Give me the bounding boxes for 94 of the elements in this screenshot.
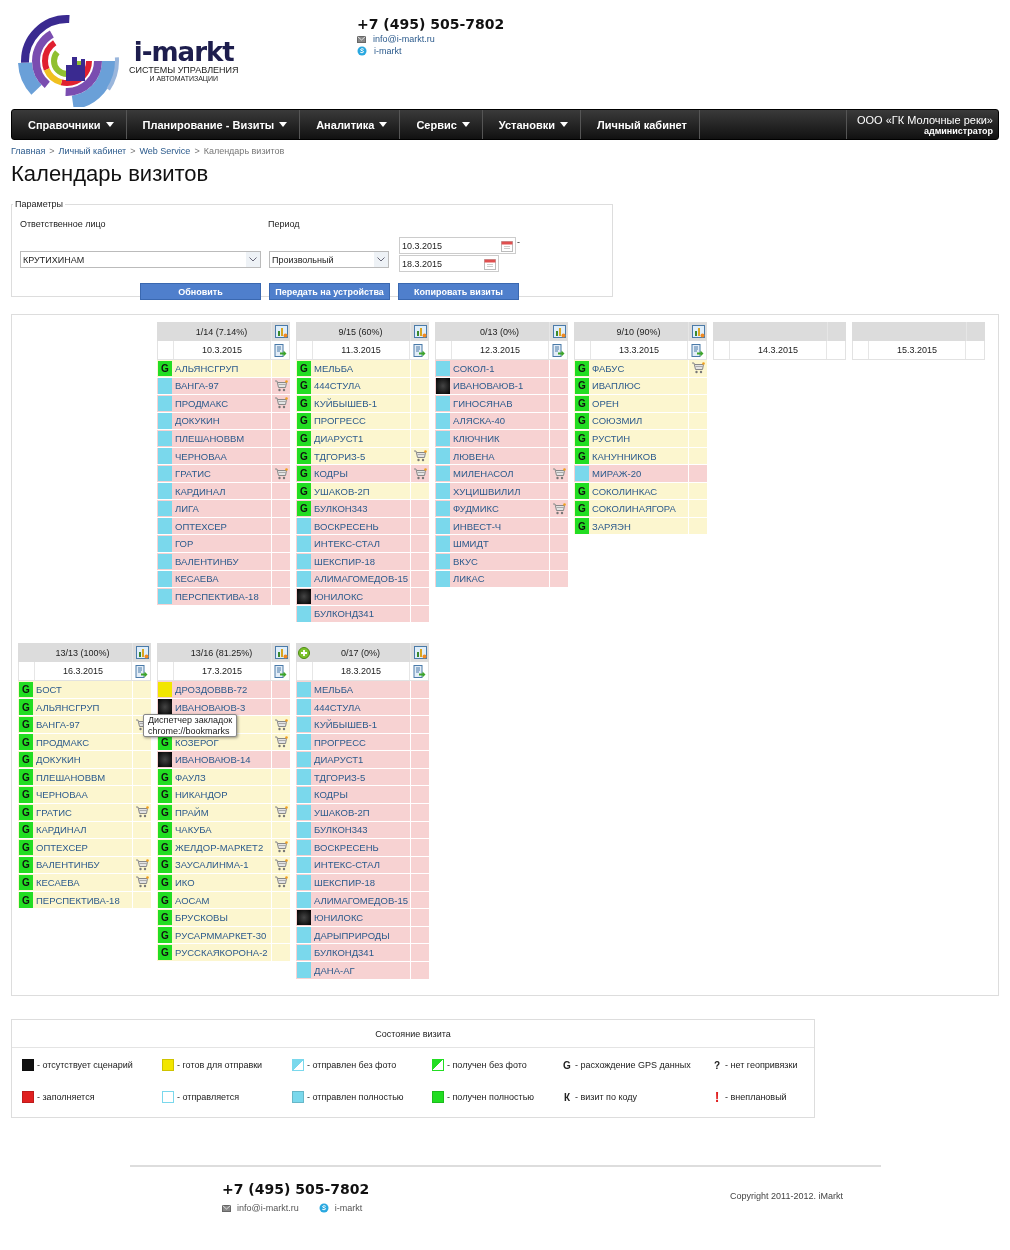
status-marker: G [19, 699, 33, 715]
legend-symbol: ? [712, 1059, 722, 1071]
user-role: администратор [923, 125, 993, 136]
breadcrumb-separator: > [49, 146, 55, 156]
status-marker: G [158, 769, 172, 785]
breadcrumb-separator: > [194, 146, 200, 156]
status-marker: G [575, 395, 589, 412]
status-marker: G [19, 716, 33, 733]
status-marker: G [158, 822, 172, 838]
status-marker: G [575, 500, 589, 517]
status-marker: G [158, 909, 172, 926]
copyright: Copyright 2011-2012. iMarkt [730, 1191, 843, 1203]
status-marker: G [575, 413, 589, 429]
status-marker: G [19, 681, 33, 698]
legend-label: - нет геопривязки [725, 1060, 798, 1070]
day-date: 13.3.2015 [618, 345, 659, 355]
legend-label: - визит по коду [575, 1092, 638, 1102]
panel-legend: Параметры [13, 199, 65, 209]
visit-summary: 1/14 (7.14%) [195, 326, 248, 337]
day-date: 14.3.2015 [757, 345, 798, 355]
status-marker: G [158, 892, 172, 908]
legend-label: - отправляется [177, 1092, 240, 1102]
legend-label: - заполняется [37, 1092, 95, 1102]
status-marker: G [158, 874, 172, 891]
legend-symbol: ! [713, 1091, 721, 1103]
status-marker: G [19, 857, 33, 873]
status-marker: G [575, 518, 589, 534]
brand-name: i-markt [133, 39, 234, 65]
status-marker: G [19, 804, 33, 821]
status-marker: G [158, 787, 172, 803]
legend-title: Состояние визита [375, 1028, 451, 1039]
status-marker: G [575, 430, 589, 447]
status-marker: G [19, 751, 33, 768]
status-marker: G [297, 483, 311, 499]
visit-summary: 0/17 (0%) [341, 647, 380, 658]
day-date: 12.3.2015 [479, 345, 520, 355]
status-marker: G [575, 360, 589, 377]
legend-label: - отправлен полностью [307, 1092, 404, 1102]
day-date: 15.3.2015 [896, 345, 937, 355]
date-separator: - [517, 237, 520, 247]
company-name: ООО «ГК Молочные реки» [856, 113, 993, 126]
tooltip-url: chrome://bookmarks [148, 725, 231, 736]
status-marker: G [297, 413, 311, 429]
legend-label: - готов для отправки [177, 1060, 263, 1070]
page-title: Календарь визитов [11, 161, 209, 186]
status-marker: G [297, 465, 311, 482]
visit-summary: 9/10 (90%) [616, 326, 661, 337]
status-marker: G [575, 378, 589, 394]
status-marker: G [158, 360, 172, 377]
status-marker: G [297, 360, 311, 377]
legend-symbol: К [562, 1091, 572, 1103]
phone-number: +7 (495) 505-7802 [222, 1181, 370, 1197]
breadcrumb-separator: > [130, 146, 136, 156]
phone-number: +7 (495) 505-7802 [357, 16, 505, 32]
breadcrumb-current: Календарь визитов [203, 146, 285, 156]
status-marker: G [158, 857, 172, 873]
legend-label: - расхождение GPS данных [575, 1060, 691, 1070]
day-date: 10.3.2015 [201, 345, 242, 355]
tooltip-title: Диспетчер закладок [148, 715, 233, 726]
field-label: Ответственное лицо [20, 219, 107, 229]
status-marker: G [19, 769, 33, 785]
day-date: 11.3.2015 [341, 345, 381, 355]
visit-summary: 0/13 (0%) [480, 326, 519, 337]
visit-summary: 13/16 (81.25%) [190, 647, 253, 658]
status-marker: G [19, 874, 33, 891]
status-marker: G [297, 430, 311, 447]
status-marker: G [158, 944, 172, 961]
status-marker: G [19, 822, 33, 838]
legend-label: - внеплановый [725, 1092, 787, 1102]
field-label: Период [268, 219, 300, 229]
status-marker: G [19, 787, 33, 803]
day-date: 16.3.2015 [62, 666, 103, 677]
visit-summary: 13/13 (100%) [55, 647, 110, 658]
day-date: 17.3.2015 [201, 666, 242, 677]
status-marker: G [158, 839, 172, 856]
status-marker: G [158, 804, 172, 821]
status-marker: G [297, 395, 311, 412]
legend-label: - отправлен без фото [307, 1060, 397, 1070]
legend-symbol: G [562, 1059, 572, 1071]
legend-label: - получен без фото [447, 1060, 527, 1070]
status-marker: G [575, 483, 589, 499]
status-marker: G [297, 378, 311, 394]
status-marker: G [297, 448, 311, 464]
day-date: 18.3.2015 [340, 666, 381, 677]
status-marker: G [297, 500, 311, 517]
visit-summary: 9/15 (60%) [338, 326, 383, 337]
status-marker: G [19, 839, 33, 856]
legend-label: - получен полностью [447, 1092, 535, 1102]
status-marker: G [19, 734, 33, 750]
legend-label: - отсутствует сценарий [37, 1060, 133, 1070]
status-marker: G [575, 448, 589, 464]
status-marker: G [158, 927, 172, 943]
brand-tagline: СИСТЕМЫ УПРАВЛЕНИЯ [129, 65, 239, 75]
status-marker: G [19, 892, 33, 908]
